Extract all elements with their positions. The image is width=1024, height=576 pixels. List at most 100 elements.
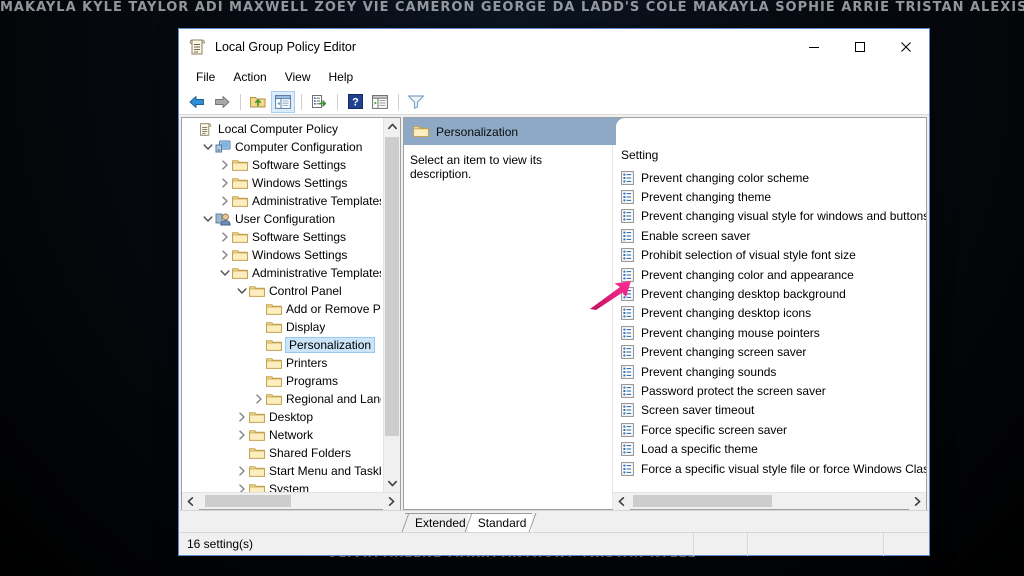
export-list-button[interactable] — [307, 91, 331, 113]
scroll-thumb-horizontal[interactable] — [632, 495, 773, 507]
chevron-right-icon[interactable] — [235, 430, 249, 440]
tree-item-add-or-remove-pr[interactable]: Add or Remove Pr — [182, 300, 383, 318]
tree-horizontal-scrollbar[interactable] — [182, 492, 400, 510]
minimize-button[interactable] — [791, 29, 837, 65]
chevron-down-icon[interactable] — [235, 287, 249, 295]
chevron-down-icon[interactable] — [218, 269, 232, 277]
tree-item-user-configuration[interactable]: User Configuration — [182, 210, 383, 228]
scroll-thumb[interactable] — [385, 137, 399, 437]
chevron-down-icon[interactable] — [201, 215, 215, 223]
toolbar-separator — [398, 93, 399, 110]
setting-row[interactable]: Prevent changing color and appearance — [613, 265, 926, 284]
scroll-track-horizontal[interactable] — [199, 493, 383, 509]
scroll-up-icon[interactable] — [384, 118, 400, 135]
close-button[interactable] — [883, 29, 929, 65]
folder-icon — [249, 447, 265, 460]
forward-button[interactable] — [210, 91, 234, 113]
setting-row[interactable]: Prevent changing sounds — [613, 362, 926, 381]
menu-action[interactable]: Action — [224, 67, 275, 87]
scroll-left-icon[interactable] — [182, 493, 199, 510]
settings-column-header[interactable]: Setting — [613, 145, 926, 166]
setting-row[interactable]: Screen saver timeout — [613, 401, 926, 420]
setting-row[interactable]: Password protect the screen saver — [613, 381, 926, 400]
toolbar: ? — [179, 89, 929, 115]
policy-setting-icon — [621, 384, 635, 398]
tree-item-administrative-templates[interactable]: Administrative Templates — [182, 264, 383, 282]
tree-item-programs[interactable]: Programs — [182, 372, 383, 390]
tree-item-printers[interactable]: Printers — [182, 354, 383, 372]
scroll-track-horizontal[interactable] — [630, 493, 909, 509]
title-bar[interactable]: Local Group Policy Editor — [179, 29, 929, 65]
tree-vertical-scrollbar[interactable] — [383, 118, 400, 492]
tree-item-computer-configuration[interactable]: Computer Configuration — [182, 138, 383, 156]
tree-item-display[interactable]: Display — [182, 318, 383, 336]
tree-item-administrative-templates[interactable]: Administrative Templates — [182, 192, 383, 210]
back-button[interactable] — [185, 91, 209, 113]
tree-item-windows-settings[interactable]: Windows Settings — [182, 174, 383, 192]
setting-row[interactable]: Prohibit selection of visual style font … — [613, 246, 926, 265]
policy-setting-icon — [621, 345, 635, 360]
help-button[interactable]: ? — [343, 91, 367, 113]
scroll-left-icon[interactable] — [613, 493, 630, 510]
tree-item-windows-settings[interactable]: Windows Settings — [182, 246, 383, 264]
setting-label: Prohibit selection of visual style font … — [641, 248, 856, 263]
chevron-right-icon[interactable] — [235, 412, 249, 422]
scroll-thumb-horizontal[interactable] — [204, 495, 291, 507]
scroll-right-icon[interactable] — [383, 493, 400, 510]
setting-row[interactable]: Prevent changing mouse pointers — [613, 323, 926, 342]
setting-row[interactable]: Enable screen saver — [613, 226, 926, 245]
chevron-right-icon[interactable] — [218, 232, 232, 242]
setting-row[interactable]: Force a specific visual style file or fo… — [613, 459, 926, 478]
tree-item-network[interactable]: Network — [182, 426, 383, 444]
maximize-button[interactable] — [837, 29, 883, 65]
chevron-right-icon[interactable] — [235, 484, 249, 492]
folder-icon — [266, 321, 282, 334]
tab-extended[interactable]: Extended — [405, 513, 472, 532]
policy-tree[interactable]: Local Computer Policy Computer Configurat… — [182, 118, 383, 492]
chevron-right-icon[interactable] — [235, 466, 249, 476]
up-folder-button[interactable] — [246, 91, 270, 113]
tree-item-local-computer-policy[interactable]: Local Computer Policy — [182, 120, 383, 138]
tree-item-regional-and-lang[interactable]: Regional and Lang — [182, 390, 383, 408]
setting-row[interactable]: Prevent changing theme — [613, 187, 926, 206]
tree-item-software-settings[interactable]: Software Settings — [182, 228, 383, 246]
menu-help[interactable]: Help — [320, 67, 363, 87]
properties-button[interactable] — [368, 91, 392, 113]
setting-row[interactable]: Load a specific theme — [613, 439, 926, 458]
svg-text:?: ? — [352, 97, 359, 109]
policy-setting-icon — [621, 190, 635, 204]
scroll-down-icon[interactable] — [384, 475, 400, 492]
setting-row[interactable]: Prevent changing color scheme — [613, 168, 926, 187]
tree-item-system[interactable]: System — [182, 480, 383, 492]
settings-horizontal-scrollbar[interactable] — [613, 492, 926, 510]
setting-row[interactable]: Prevent changing screen saver — [613, 343, 926, 362]
chevron-right-icon[interactable] — [218, 250, 232, 260]
chevron-right-icon[interactable] — [218, 196, 232, 206]
tree-item-personalization[interactable]: Personalization — [182, 336, 383, 354]
menu-file[interactable]: File — [187, 67, 224, 87]
setting-row[interactable]: Prevent changing desktop icons — [613, 304, 926, 323]
setting-row[interactable]: Force specific screen saver — [613, 420, 926, 439]
settings-list[interactable]: Prevent changing color scheme Prevent cha… — [613, 166, 926, 492]
menu-view[interactable]: View — [276, 67, 320, 87]
show-hide-tree-button[interactable] — [271, 90, 295, 113]
tree-item-shared-folders[interactable]: Shared Folders — [182, 444, 383, 462]
tree-item-control-panel[interactable]: Control Panel — [182, 282, 383, 300]
tab-standard[interactable]: Standard — [467, 513, 533, 532]
tree-item-desktop[interactable]: Desktop — [182, 408, 383, 426]
scroll-right-icon[interactable] — [909, 493, 926, 510]
scroll-track[interactable] — [384, 135, 400, 475]
setting-row[interactable]: Prevent changing visual style for window… — [613, 207, 926, 226]
details-header: Personalization — [404, 118, 926, 145]
setting-label: Force a specific visual style file or fo… — [641, 461, 926, 476]
chevron-down-icon[interactable] — [201, 143, 215, 151]
tree-item-start-menu-and-taskb[interactable]: Start Menu and Taskb — [182, 462, 383, 480]
chevron-right-icon[interactable] — [218, 160, 232, 170]
setting-row[interactable]: Prevent changing desktop background — [613, 284, 926, 303]
tree-item-label: Desktop — [269, 410, 314, 424]
chevron-right-icon[interactable] — [218, 178, 232, 188]
chevron-right-icon[interactable] — [252, 394, 266, 404]
tree-item-label: Local Computer Policy — [218, 122, 339, 136]
filter-button[interactable] — [404, 91, 428, 113]
tree-item-software-settings[interactable]: Software Settings — [182, 156, 383, 174]
